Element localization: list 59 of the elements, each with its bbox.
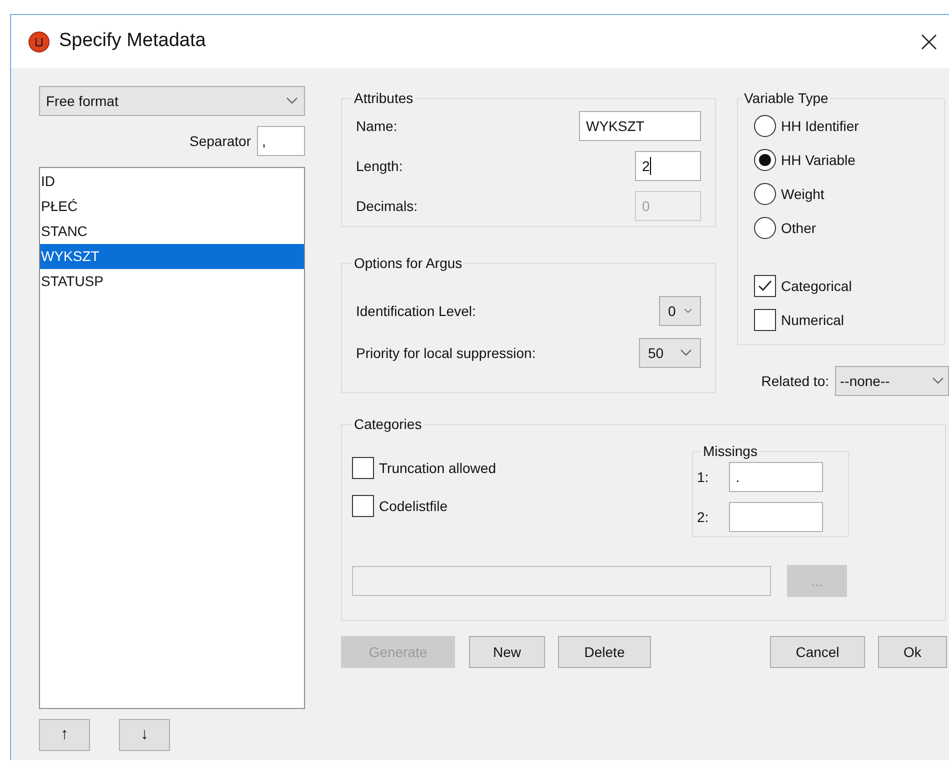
app-icon — [28, 30, 50, 52]
group-title: Attributes — [353, 89, 414, 108]
chevron-icon — [286, 97, 298, 105]
option-dropdown[interactable]: 50 — [639, 338, 701, 368]
list-item[interactable]: STANC — [40, 219, 304, 244]
checkbox-label: Codelistfile — [379, 496, 448, 516]
text-field[interactable]: 2 — [635, 151, 701, 181]
file-path-field[interactable] — [352, 566, 771, 596]
chevron-icon — [680, 349, 692, 357]
radio-button[interactable] — [754, 115, 776, 137]
close-icon[interactable] — [921, 34, 937, 50]
list-item[interactable]: STATUSP — [40, 269, 304, 294]
group-title: Options for Argus — [353, 254, 464, 273]
group-title: Missings — [702, 442, 758, 461]
dialog-button[interactable]: Ok — [878, 636, 947, 668]
checkbox[interactable] — [754, 275, 776, 297]
text-field[interactable]: WYKSZT — [579, 111, 701, 141]
dialog-button[interactable]: Cancel — [770, 636, 865, 668]
checkbox[interactable] — [754, 309, 776, 331]
group-title: Categories — [353, 415, 423, 434]
chevron-icon — [684, 307, 692, 315]
format-dropdown[interactable]: Free format — [39, 86, 305, 116]
dialog-button[interactable]: Delete — [558, 636, 651, 668]
checkbox[interactable] — [352, 457, 374, 479]
field-label: Length: — [356, 156, 403, 176]
separator-field[interactable]: , — [257, 126, 305, 156]
checkbox-label: Numerical — [781, 310, 844, 330]
option-label: Priority for local suppression: — [356, 344, 536, 363]
radio-label: HH Identifier — [781, 116, 859, 136]
related-to-dropdown[interactable]: --none-- — [835, 366, 949, 396]
move-button[interactable]: ↓ — [119, 719, 170, 751]
list-item[interactable]: PŁEĆ — [40, 194, 304, 219]
dialog-button[interactable]: New — [469, 636, 545, 668]
check-icon — [757, 278, 773, 294]
checkbox[interactable] — [352, 495, 374, 517]
radio-button[interactable] — [754, 183, 776, 205]
list-item[interactable]: WYKSZT — [40, 244, 304, 269]
radio-label: Weight — [781, 184, 824, 204]
checkbox-label: Truncation allowed — [379, 458, 496, 478]
text-field[interactable] — [728, 502, 823, 532]
radio-label: Other — [781, 218, 816, 238]
move-button[interactable]: ↑ — [39, 719, 90, 751]
related-to-label: Related to: — [761, 372, 829, 390]
text-field[interactable]: . — [728, 462, 823, 492]
option-dropdown[interactable]: 0 — [659, 296, 701, 326]
separator-label: Separator — [190, 132, 251, 151]
checkbox-label: Categorical — [781, 276, 852, 296]
list-item[interactable]: ID — [40, 169, 304, 194]
field-label: Name: — [356, 116, 398, 136]
radio-button[interactable] — [754, 149, 776, 171]
radio-button[interactable] — [754, 217, 776, 239]
option-label: Identification Level: — [356, 302, 476, 320]
field-label: Decimals: — [356, 196, 418, 216]
window-title: Specify Metadata — [59, 29, 206, 54]
radio-label: HH Variable — [781, 150, 856, 170]
chevron-icon — [932, 377, 944, 385]
field-label: 2: — [697, 508, 709, 526]
group-title: Variable Type — [743, 89, 830, 108]
field-label: 1: — [697, 468, 709, 486]
